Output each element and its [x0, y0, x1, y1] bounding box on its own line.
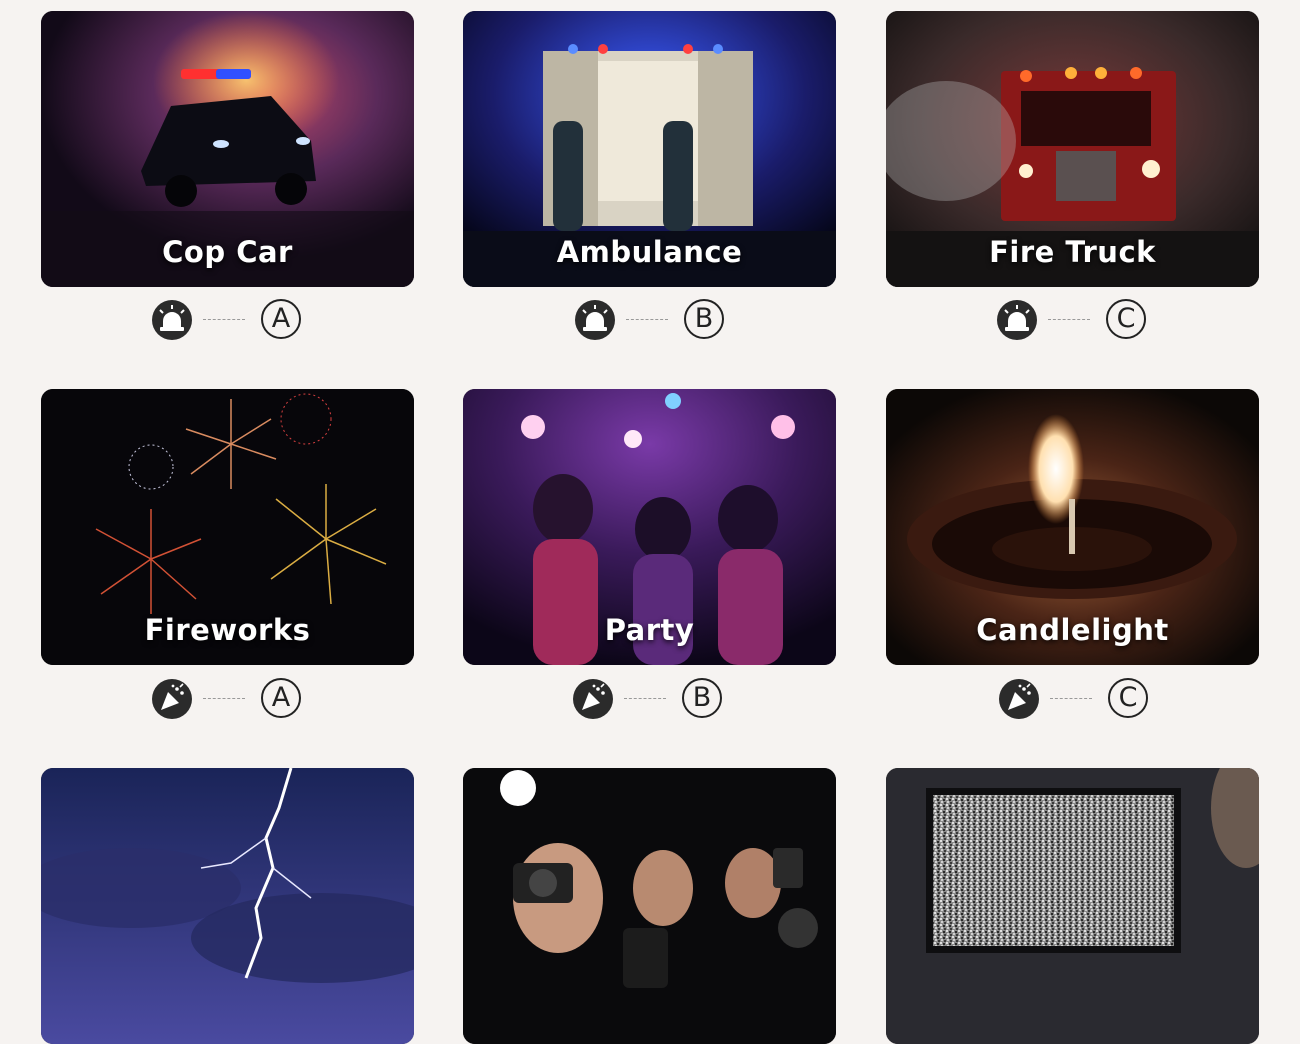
cop-car-card[interactable]: Cop Car: [41, 11, 414, 287]
indicator-fire-truck: C: [996, 298, 1156, 342]
party-card[interactable]: Party: [463, 389, 836, 665]
card-label: Party: [604, 613, 695, 647]
mode-letter-badge: C: [1106, 299, 1146, 339]
fireworks-card[interactable]: Fireworks: [41, 389, 414, 665]
lightning-image: [41, 768, 414, 1044]
card-label: Fireworks: [144, 613, 311, 647]
fire-truck-card[interactable]: Fire Truck: [886, 11, 1259, 287]
dashed-connector: [203, 319, 245, 320]
ambulance-card[interactable]: Ambulance: [463, 11, 836, 287]
paparazzi-card[interactable]: [463, 768, 836, 1044]
party-popper-icon: [573, 679, 613, 719]
candlelight-card[interactable]: Candlelight: [886, 389, 1259, 665]
dashed-connector: [203, 698, 245, 699]
dashed-connector: [624, 698, 666, 699]
party-popper-icon: [999, 679, 1039, 719]
indicator-ambulance: B: [574, 298, 734, 342]
mode-letter-badge: B: [684, 299, 724, 339]
indicator-party: B: [572, 677, 732, 721]
indicator-candlelight: C: [998, 677, 1158, 721]
siren-icon: [997, 300, 1037, 340]
dashed-connector: [626, 319, 668, 320]
paparazzi-image: [463, 768, 836, 1044]
dashed-connector: [1048, 319, 1090, 320]
party-popper-icon: [152, 679, 192, 719]
tv-static-image: [886, 768, 1259, 1044]
card-label: Cop Car: [162, 235, 293, 269]
indicator-cop-car: A: [151, 298, 311, 342]
tv-static-card[interactable]: [886, 768, 1259, 1044]
mode-letter-badge: B: [682, 678, 722, 718]
card-label: Candlelight: [976, 613, 1169, 647]
card-label: Ambulance: [556, 235, 743, 269]
siren-icon: [152, 300, 192, 340]
mode-letter-badge: A: [261, 678, 301, 718]
card-label: Fire Truck: [989, 235, 1156, 269]
dashed-connector: [1050, 698, 1092, 699]
mode-letter-badge: C: [1108, 678, 1148, 718]
siren-icon: [575, 300, 615, 340]
indicator-fireworks: A: [151, 677, 311, 721]
mode-letter-badge: A: [261, 299, 301, 339]
lightning-card[interactable]: [41, 768, 414, 1044]
